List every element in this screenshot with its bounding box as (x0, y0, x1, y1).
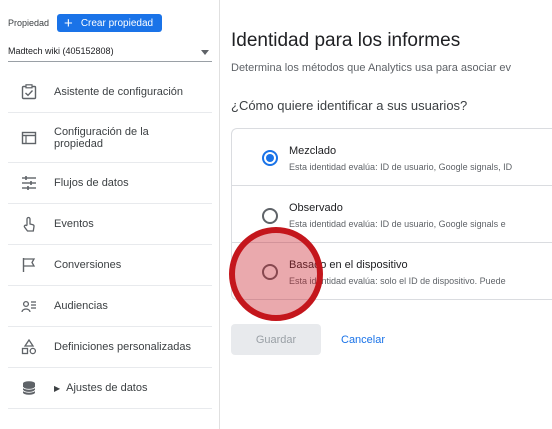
sidebar-item-events[interactable]: Eventos (8, 204, 212, 245)
page-title: Identidad para los informes (231, 30, 461, 51)
radio-blended[interactable] (262, 150, 278, 166)
option-description: Esta identidad evalúa: ID de usuario, Go… (289, 219, 506, 229)
sidebar: Propiedad + Crear propiedad Madtech wiki… (0, 0, 220, 429)
sidebar-item-label: Flujos de datos (54, 177, 129, 189)
data-streams-icon (20, 174, 38, 192)
sidebar-item-label: Asistente de configuración (54, 86, 184, 98)
sidebar-item-label: Definiciones personalizadas (54, 341, 191, 353)
cancel-button[interactable]: Cancelar (335, 328, 391, 352)
sidebar-item-label: Eventos (54, 218, 94, 230)
account-name: Madtech wiki (405152808) (8, 45, 114, 56)
sidebar-item-data-settings-label: ▶ Ajustes de datos (54, 382, 148, 395)
property-header: Propiedad + Crear propiedad (8, 14, 163, 32)
save-button[interactable]: Guardar (231, 324, 321, 355)
option-title: Observado (289, 202, 343, 214)
sidebar-item-property-settings[interactable]: Configuración de la propiedad (8, 113, 212, 163)
sidebar-item-conversions[interactable]: Conversiones (8, 245, 212, 286)
sidebar-item-data-settings[interactable]: ▶ Ajustes de datos (8, 368, 212, 409)
property-label: Propiedad (8, 18, 50, 28)
audiences-icon (20, 297, 38, 315)
form-actions: Guardar Cancelar (231, 324, 391, 355)
sidebar-item-label: Audiencias (54, 300, 108, 312)
sidebar-item-label: Conversiones (54, 259, 122, 271)
account-selector[interactable]: Madtech wiki (405152808) (8, 40, 212, 62)
sidebar-item-label: Ajustes de datos (66, 381, 148, 394)
sidebar-item-label: Configuración de la propiedad (54, 125, 149, 150)
identity-question: ¿Cómo quiere identificar a sus usuarios? (231, 98, 468, 113)
database-icon (20, 379, 38, 397)
option-blended[interactable]: Mezclado Esta identidad evalúa: ID de us… (232, 129, 552, 186)
radio-observed[interactable] (262, 208, 278, 224)
plus-icon: + (64, 14, 73, 32)
sidebar-nav: Asistente de configuración Configuración… (0, 72, 220, 409)
events-icon (20, 215, 38, 233)
main-content: Identidad para los informes Determina lo… (220, 0, 552, 429)
dropdown-arrow-icon (201, 50, 209, 55)
sidebar-item-data-streams[interactable]: Flujos de datos (8, 163, 212, 204)
click-indicator (229, 227, 323, 321)
flag-icon (20, 256, 38, 274)
sidebar-item-setup-assistant[interactable]: Asistente de configuración (8, 72, 212, 113)
sidebar-item-custom-definitions[interactable]: Definiciones personalizadas (8, 327, 212, 368)
option-description: Esta identidad evalúa: ID de usuario, Go… (289, 162, 513, 172)
checklist-icon (20, 83, 38, 101)
create-property-label: Crear propiedad (80, 17, 154, 29)
property-settings-icon (20, 129, 38, 147)
create-property-button[interactable]: + Crear propiedad (57, 14, 163, 32)
expand-arrow-icon: ▶ (54, 383, 61, 393)
option-title: Mezclado (289, 145, 337, 157)
page-subtitle: Determina los métodos que Analytics usa … (231, 62, 512, 74)
custom-definitions-icon (20, 338, 38, 356)
sidebar-item-audiences[interactable]: Audiencias (8, 286, 212, 327)
